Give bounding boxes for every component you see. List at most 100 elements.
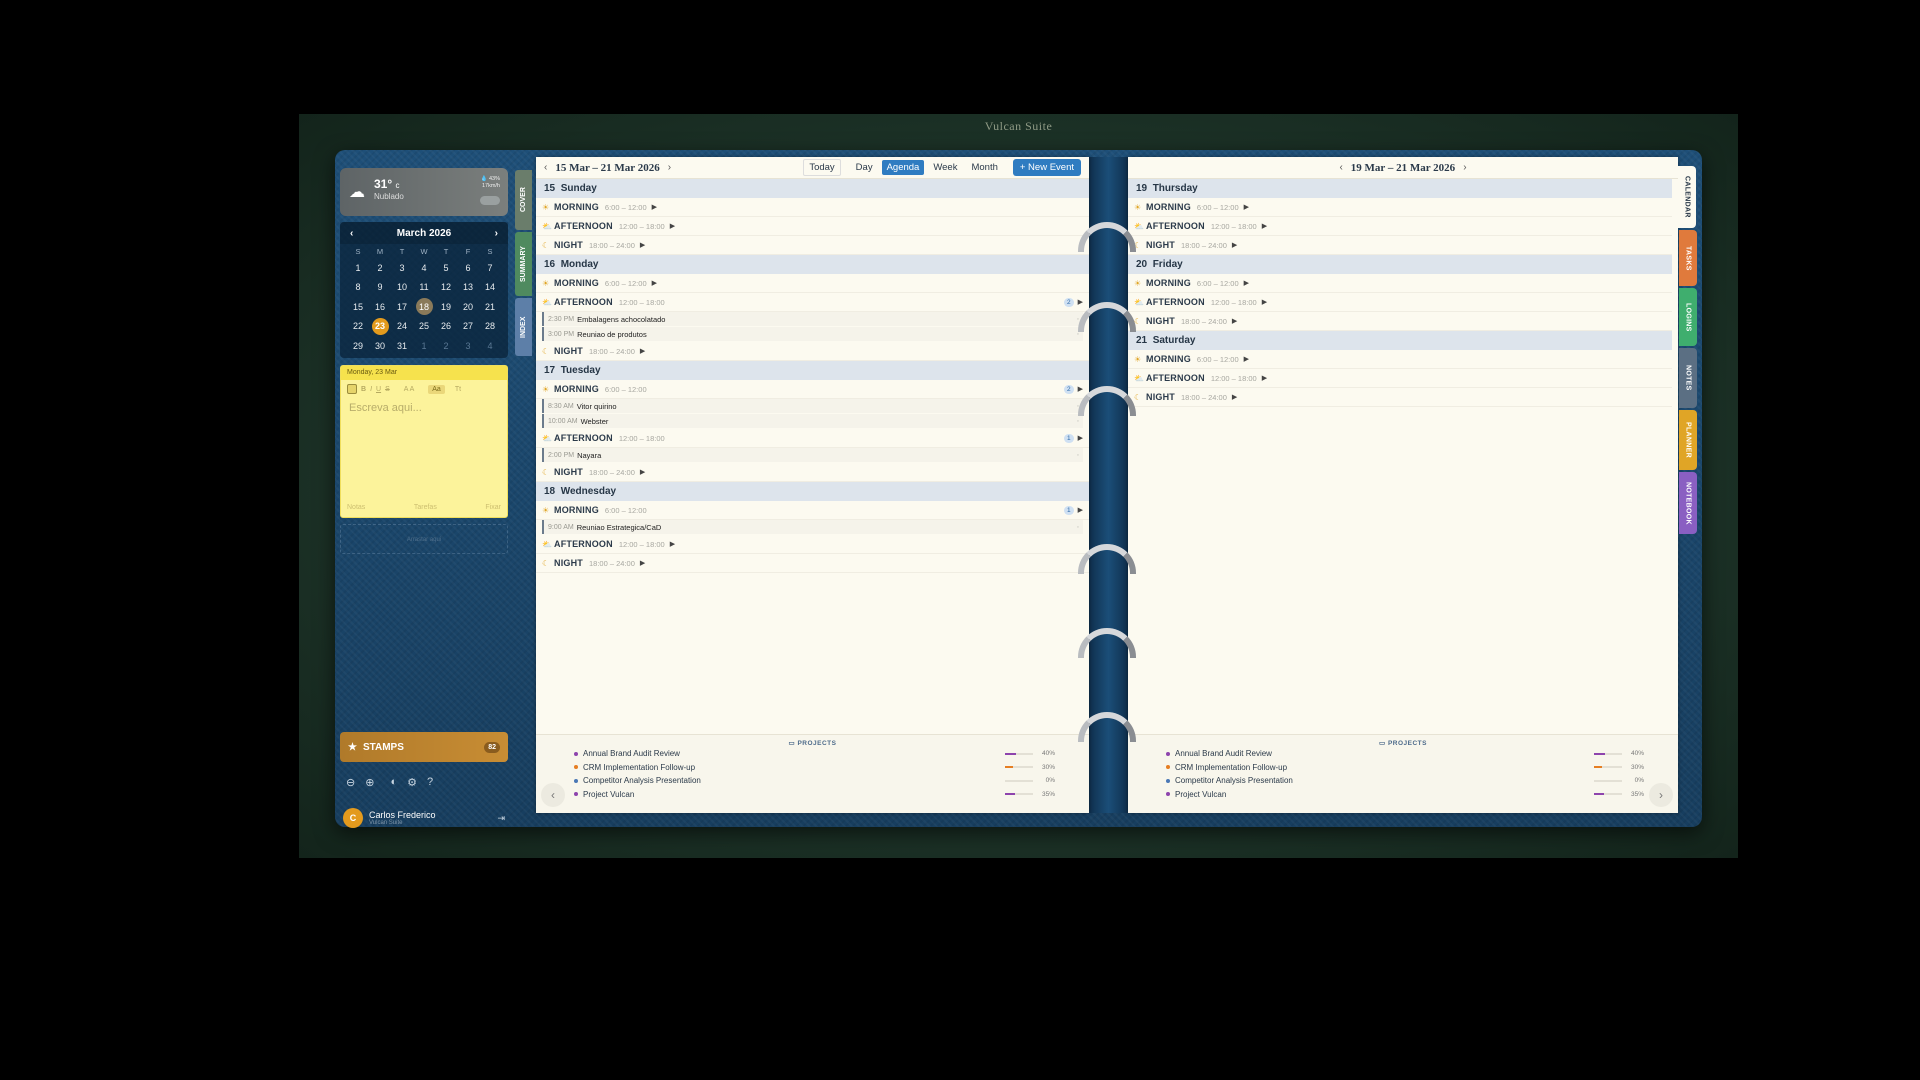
time-slot-afternoon[interactable]: ⛅ AFTERNOON 12:00 – 18:00 ▶ (1128, 217, 1672, 236)
expand-icon[interactable]: ▶ (1244, 279, 1249, 287)
project-row[interactable]: Project Vulcan 35% (1128, 788, 1678, 802)
text-style-icon[interactable]: Tt (455, 386, 461, 393)
time-slot-night[interactable]: ☾ NIGHT 18:00 – 24:00 ▶ (536, 463, 1089, 482)
next-page-button[interactable]: › (1649, 783, 1673, 807)
expand-icon[interactable]: ▶ (640, 559, 645, 567)
time-slot-afternoon[interactable]: ⛅ AFTERNOON 12:00 – 18:00 ▶ (536, 535, 1089, 554)
time-slot-afternoon[interactable]: ⛅ AFTERNOON 12:00 – 18:00 ▶ (536, 217, 1089, 236)
zoom-out-icon[interactable]: ⊖ (346, 776, 355, 789)
time-slot-morning[interactable]: ☀ MORNING 6:00 – 12:00 ▶ (536, 274, 1089, 293)
prev-month-button[interactable]: ‹ (350, 228, 353, 239)
calendar-day[interactable]: 24 (391, 317, 413, 337)
strike-icon[interactable]: S (385, 386, 390, 393)
time-slot-night[interactable]: ☾ NIGHT 18:00 – 24:00 ▶ (1128, 312, 1672, 331)
tab-planner[interactable]: PLANNER (1679, 410, 1697, 470)
calendar-day[interactable]: 1 (347, 258, 369, 278)
time-slot-morning[interactable]: ☀ MORNING 6:00 – 12:00 ▶ (536, 198, 1089, 217)
expand-icon[interactable]: ▶ (1232, 317, 1237, 325)
tab-notebook[interactable]: NOTEBOOK (1679, 472, 1697, 534)
calendar-day[interactable]: 15 (347, 297, 369, 317)
calendar-day[interactable]: 28 (479, 317, 501, 337)
expand-icon[interactable]: ▶ (640, 241, 645, 249)
project-row[interactable]: Competitor Analysis Presentation 0% (1128, 774, 1678, 788)
calendar-day[interactable]: 8 (347, 278, 369, 298)
event-item[interactable]: 10:00 AM Webster ◦ (542, 414, 1083, 428)
expand-icon[interactable]: ▶ (652, 279, 657, 287)
calendar-day[interactable]: 30 (369, 336, 391, 356)
calendar-day[interactable]: 21 (479, 297, 501, 317)
calendar-day[interactable]: 10 (391, 278, 413, 298)
calendar-day[interactable]: 6 (457, 258, 479, 278)
calendar-day[interactable]: 22 (347, 317, 369, 337)
calendar-day[interactable]: 29 (347, 336, 369, 356)
calendar-day[interactable]: 2 (369, 258, 391, 278)
expand-icon[interactable]: ▶ (1078, 385, 1083, 393)
logout-icon[interactable]: ⇥ (497, 813, 505, 824)
time-slot-morning[interactable]: ☀ MORNING 6:00 – 12:00 ▶ (1128, 198, 1672, 217)
project-row[interactable]: CRM Implementation Follow-up 30% (1128, 761, 1678, 775)
italic-icon[interactable]: I (370, 386, 372, 393)
calendar-day[interactable]: 7 (479, 258, 501, 278)
calendar-day[interactable]: 3 (391, 258, 413, 278)
expand-icon[interactable]: ▶ (670, 540, 675, 548)
next-range-button[interactable]: › (1463, 162, 1466, 173)
calendar-day[interactable]: 23 (371, 317, 389, 335)
expand-icon[interactable]: ▶ (1244, 203, 1249, 211)
event-options-icon[interactable]: ◦ (1077, 418, 1083, 425)
expand-icon[interactable]: ▶ (640, 468, 645, 476)
expand-icon[interactable]: ▶ (1078, 434, 1083, 442)
expand-icon[interactable]: ▶ (1232, 241, 1237, 249)
new-event-button[interactable]: + New Event (1012, 159, 1081, 176)
next-week-button[interactable]: › (668, 162, 671, 173)
calendar-day[interactable]: 5 (435, 258, 457, 278)
bold-icon[interactable]: B (361, 386, 366, 393)
today-button[interactable]: Today (803, 159, 841, 176)
calendar-day[interactable]: 11 (413, 278, 435, 298)
project-row[interactable]: Project Vulcan 35% (536, 788, 1089, 802)
palette-icon[interactable]: ◐ (390, 776, 397, 789)
tab-cover[interactable]: COVER (515, 170, 532, 230)
user-profile[interactable]: C Carlos Frederico Vulcan Suite ⇥ (343, 804, 505, 832)
event-item[interactable]: 3:00 PM Reuniao de produtos ◦ (542, 327, 1083, 341)
calendar-day[interactable]: 9 (369, 278, 391, 298)
zoom-in-icon[interactable]: ⊕ (365, 776, 374, 789)
calendar-day[interactable]: 17 (391, 297, 413, 317)
expand-icon[interactable]: ▶ (670, 222, 675, 230)
calendar-day[interactable]: 25 (413, 317, 435, 337)
calendar-day[interactable]: 14 (479, 278, 501, 298)
expand-icon[interactable]: ▶ (1262, 374, 1267, 382)
view-month-button[interactable]: Month (966, 160, 1002, 175)
tab-logins[interactable]: LOGINS (1679, 288, 1697, 346)
tab-summary[interactable]: SUMMARY (515, 232, 532, 296)
view-agenda-button[interactable]: Agenda (881, 160, 925, 175)
sticky-tab-notes[interactable]: Notas (347, 504, 365, 511)
project-row[interactable]: Competitor Analysis Presentation 0% (536, 774, 1089, 788)
underline-icon[interactable]: U (376, 386, 381, 393)
event-item[interactable]: 8:30 AM Vitor quirino ◦ (542, 399, 1083, 413)
weather-toggle[interactable] (480, 196, 500, 205)
time-slot-morning[interactable]: ☀ MORNING 6:00 – 12:00 ▶ (1128, 274, 1672, 293)
time-slot-night[interactable]: ☾ NIGHT 18:00 – 24:00 ▶ (536, 342, 1089, 361)
expand-icon[interactable]: ▶ (1262, 298, 1267, 306)
prev-page-button[interactable]: ‹ (541, 783, 565, 807)
calendar-day[interactable]: 20 (457, 297, 479, 317)
time-slot-night[interactable]: ☾ NIGHT 18:00 – 24:00 ▶ (536, 236, 1089, 255)
expand-icon[interactable]: ▶ (1262, 222, 1267, 230)
calendar-day[interactable]: 4 (413, 258, 435, 278)
drop-zone[interactable]: Arrastar aqui (340, 524, 508, 554)
calendar-day[interactable]: 18 (415, 298, 433, 316)
time-slot-afternoon[interactable]: ⛅ AFTERNOON 12:00 – 18:00 ▶ (1128, 369, 1672, 388)
time-slot-morning[interactable]: ☀ MORNING 6:00 – 12:00 1 ▶ (536, 501, 1089, 520)
time-slot-afternoon[interactable]: ⛅ AFTERNOON 12:00 – 18:00 1 ▶ (536, 429, 1089, 448)
event-item[interactable]: 2:00 PM Nayara ◦ (542, 448, 1083, 462)
calendar-day[interactable]: 31 (391, 336, 413, 356)
calendar-day[interactable]: 16 (369, 297, 391, 317)
project-row[interactable]: Annual Brand Audit Review 40% (536, 747, 1089, 761)
calendar-day[interactable]: 19 (435, 297, 457, 317)
expand-icon[interactable]: ▶ (1232, 393, 1237, 401)
prev-week-button[interactable]: ‹ (544, 162, 547, 173)
time-slot-morning[interactable]: ☀ MORNING 6:00 – 12:00 2 ▶ (536, 380, 1089, 399)
calendar-day[interactable]: 27 (457, 317, 479, 337)
event-options-icon[interactable]: ◦ (1077, 524, 1083, 531)
stamps-button[interactable]: ★ STAMPS 82 (340, 732, 508, 762)
